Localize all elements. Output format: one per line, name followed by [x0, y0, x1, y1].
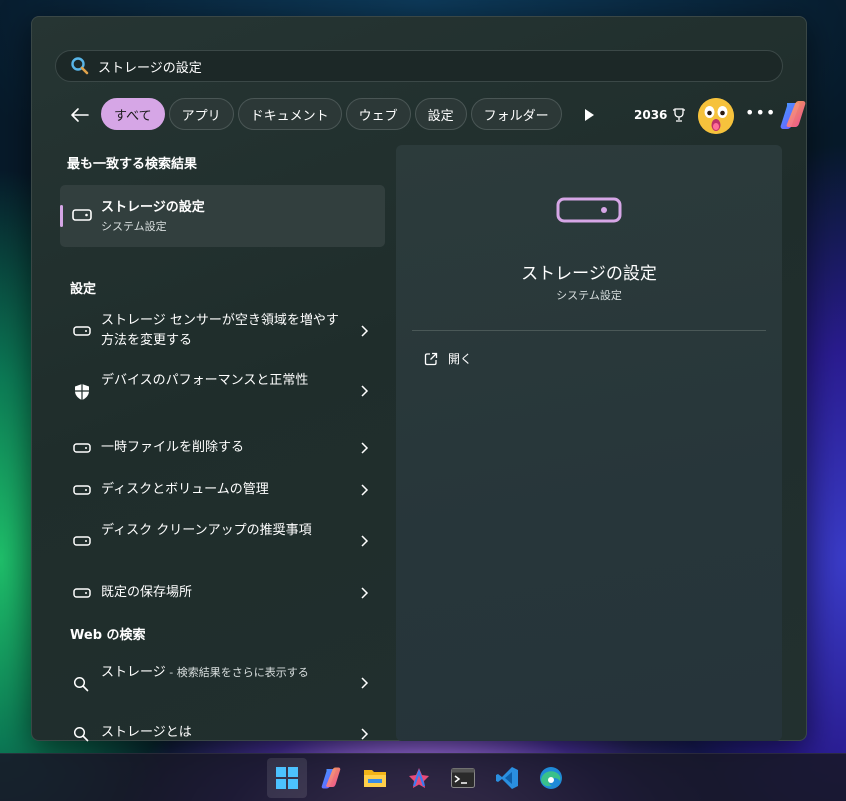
filter-all[interactable]: すべて [101, 98, 165, 130]
settings-item-device-health[interactable]: デバイスのパフォーマンスと正常性 [60, 363, 385, 419]
chevron-right-icon [361, 535, 369, 547]
settings-item-label: ディスク クリーンアップの推奨事項 [101, 523, 312, 538]
chevron-right-icon [361, 325, 369, 337]
best-match-title: ストレージの設定 [101, 200, 205, 215]
app-star-icon [409, 768, 429, 788]
settings-item-label: ストレージ センサーが空き領域を増やす方法を変更する [101, 313, 339, 348]
search-icon [71, 57, 89, 75]
web-item-storage[interactable]: ストレージ - 検索結果をさらに表示する [60, 655, 385, 711]
settings-heading: 設定 [70, 282, 97, 297]
storage-icon [556, 197, 622, 223]
chevron-right-icon [361, 677, 369, 689]
detail-subtitle: システム設定 [556, 289, 622, 302]
web-search-heading: Web の検索 [70, 628, 146, 643]
terminal-icon [451, 768, 475, 788]
settings-item-storage-sense[interactable]: ストレージ センサーが空き領域を増やす方法を変更する [60, 303, 385, 359]
web-item-label: ストレージとは [101, 725, 192, 740]
settings-item-label: 既定の保存場所 [101, 585, 193, 600]
filter-folders[interactable]: フォルダー [470, 98, 562, 130]
search-input[interactable] [98, 58, 782, 74]
selection-indicator [60, 205, 63, 227]
search-box[interactable] [55, 50, 783, 82]
filter-pills: すべて アプリ ドキュメント ウェブ 設定 フォルダー [101, 98, 566, 132]
taskbar-copilot[interactable] [311, 758, 351, 798]
trophy-icon [673, 108, 686, 122]
taskbar-terminal[interactable] [443, 758, 483, 798]
shield-icon [75, 384, 89, 400]
copilot-icon [321, 767, 341, 789]
settings-item-disk-cleanup[interactable]: ディスク クリーンアップの推奨事項 [60, 513, 385, 569]
web-item-text: ストレージ - 検索結果をさらに表示する [101, 663, 341, 683]
taskbar-file-explorer[interactable] [355, 758, 395, 798]
copilot-icon[interactable] [777, 99, 809, 131]
back-button[interactable] [68, 104, 92, 126]
storage-icon [73, 326, 91, 336]
best-match-item[interactable]: ストレージの設定 システム設定 [60, 185, 385, 247]
filter-documents[interactable]: ドキュメント [237, 98, 342, 130]
edge-browser-icon [540, 767, 562, 789]
taskbar-app-star[interactable] [399, 758, 439, 798]
avatar[interactable] [698, 98, 734, 134]
search-flyout: すべてアプリドキュメントウェブ設定フォルダー 2036 ••• [31, 16, 807, 742]
taskbar-edge[interactable] [531, 758, 571, 798]
settings-item-label: デバイスのパフォーマンスと正常性 [101, 373, 309, 388]
settings-item-label: ディスクとボリュームの管理 [101, 482, 269, 497]
rewards-points[interactable]: 2036 [634, 107, 686, 123]
best-match-heading: 最も一致する検索結果 [67, 157, 198, 172]
settings-item-save-locations[interactable]: 既定の保存場所 [60, 573, 385, 613]
open-action[interactable]: 開く [424, 350, 472, 367]
chevron-right-icon [361, 385, 369, 397]
surprised-face-icon [698, 98, 734, 134]
storage-icon [72, 209, 92, 221]
settings-item-disk-management[interactable]: ディスクとボリュームの管理 [60, 470, 385, 510]
arrow-left-icon [71, 108, 89, 122]
search-icon [73, 726, 89, 742]
web-item-what-is-storage[interactable]: ストレージとは [60, 714, 385, 754]
storage-icon [73, 443, 91, 453]
settings-item-temp-files[interactable]: 一時ファイルを削除する [60, 428, 385, 468]
taskbar [0, 753, 846, 801]
storage-icon [73, 485, 91, 495]
vscode-icon [496, 767, 518, 789]
filter-web[interactable]: ウェブ [345, 98, 411, 130]
more-options-icon[interactable]: ••• [745, 103, 776, 122]
taskbar-vscode[interactable] [487, 758, 527, 798]
detail-pane: ストレージの設定 システム設定 開く [396, 145, 782, 741]
search-icon [73, 676, 89, 692]
storage-icon [73, 536, 91, 546]
results-list: 最も一致する検索結果 ストレージの設定 システム設定 設定 ストレージ センサー… [60, 143, 386, 742]
storage-icon [73, 588, 91, 598]
chevron-right-icon [361, 484, 369, 496]
open-label: 開く [448, 352, 473, 366]
chevron-right-icon [361, 442, 369, 454]
filter-apps[interactable]: アプリ [168, 98, 234, 130]
play-more-icon[interactable] [582, 108, 596, 122]
chevron-right-icon [361, 728, 369, 740]
web-item-suffix: - 検索結果をさらに表示する [165, 666, 309, 679]
best-match-subtitle: システム設定 [101, 220, 167, 233]
filter-row: すべて アプリ ドキュメント ウェブ 設定 フォルダー 2036 ••• [64, 98, 806, 134]
filter-settings[interactable]: 設定 [414, 98, 467, 130]
settings-item-label: 一時ファイルを削除する [101, 440, 245, 455]
web-item-label: ストレージ [101, 665, 166, 680]
chevron-right-icon [361, 587, 369, 599]
points-value: 2036 [634, 108, 668, 122]
detail-title: ストレージの設定 [521, 264, 657, 284]
open-external-icon [424, 352, 438, 365]
divider [412, 330, 766, 331]
windows-logo-icon [276, 767, 298, 789]
start-button[interactable] [267, 758, 307, 798]
folder-icon [364, 770, 386, 787]
